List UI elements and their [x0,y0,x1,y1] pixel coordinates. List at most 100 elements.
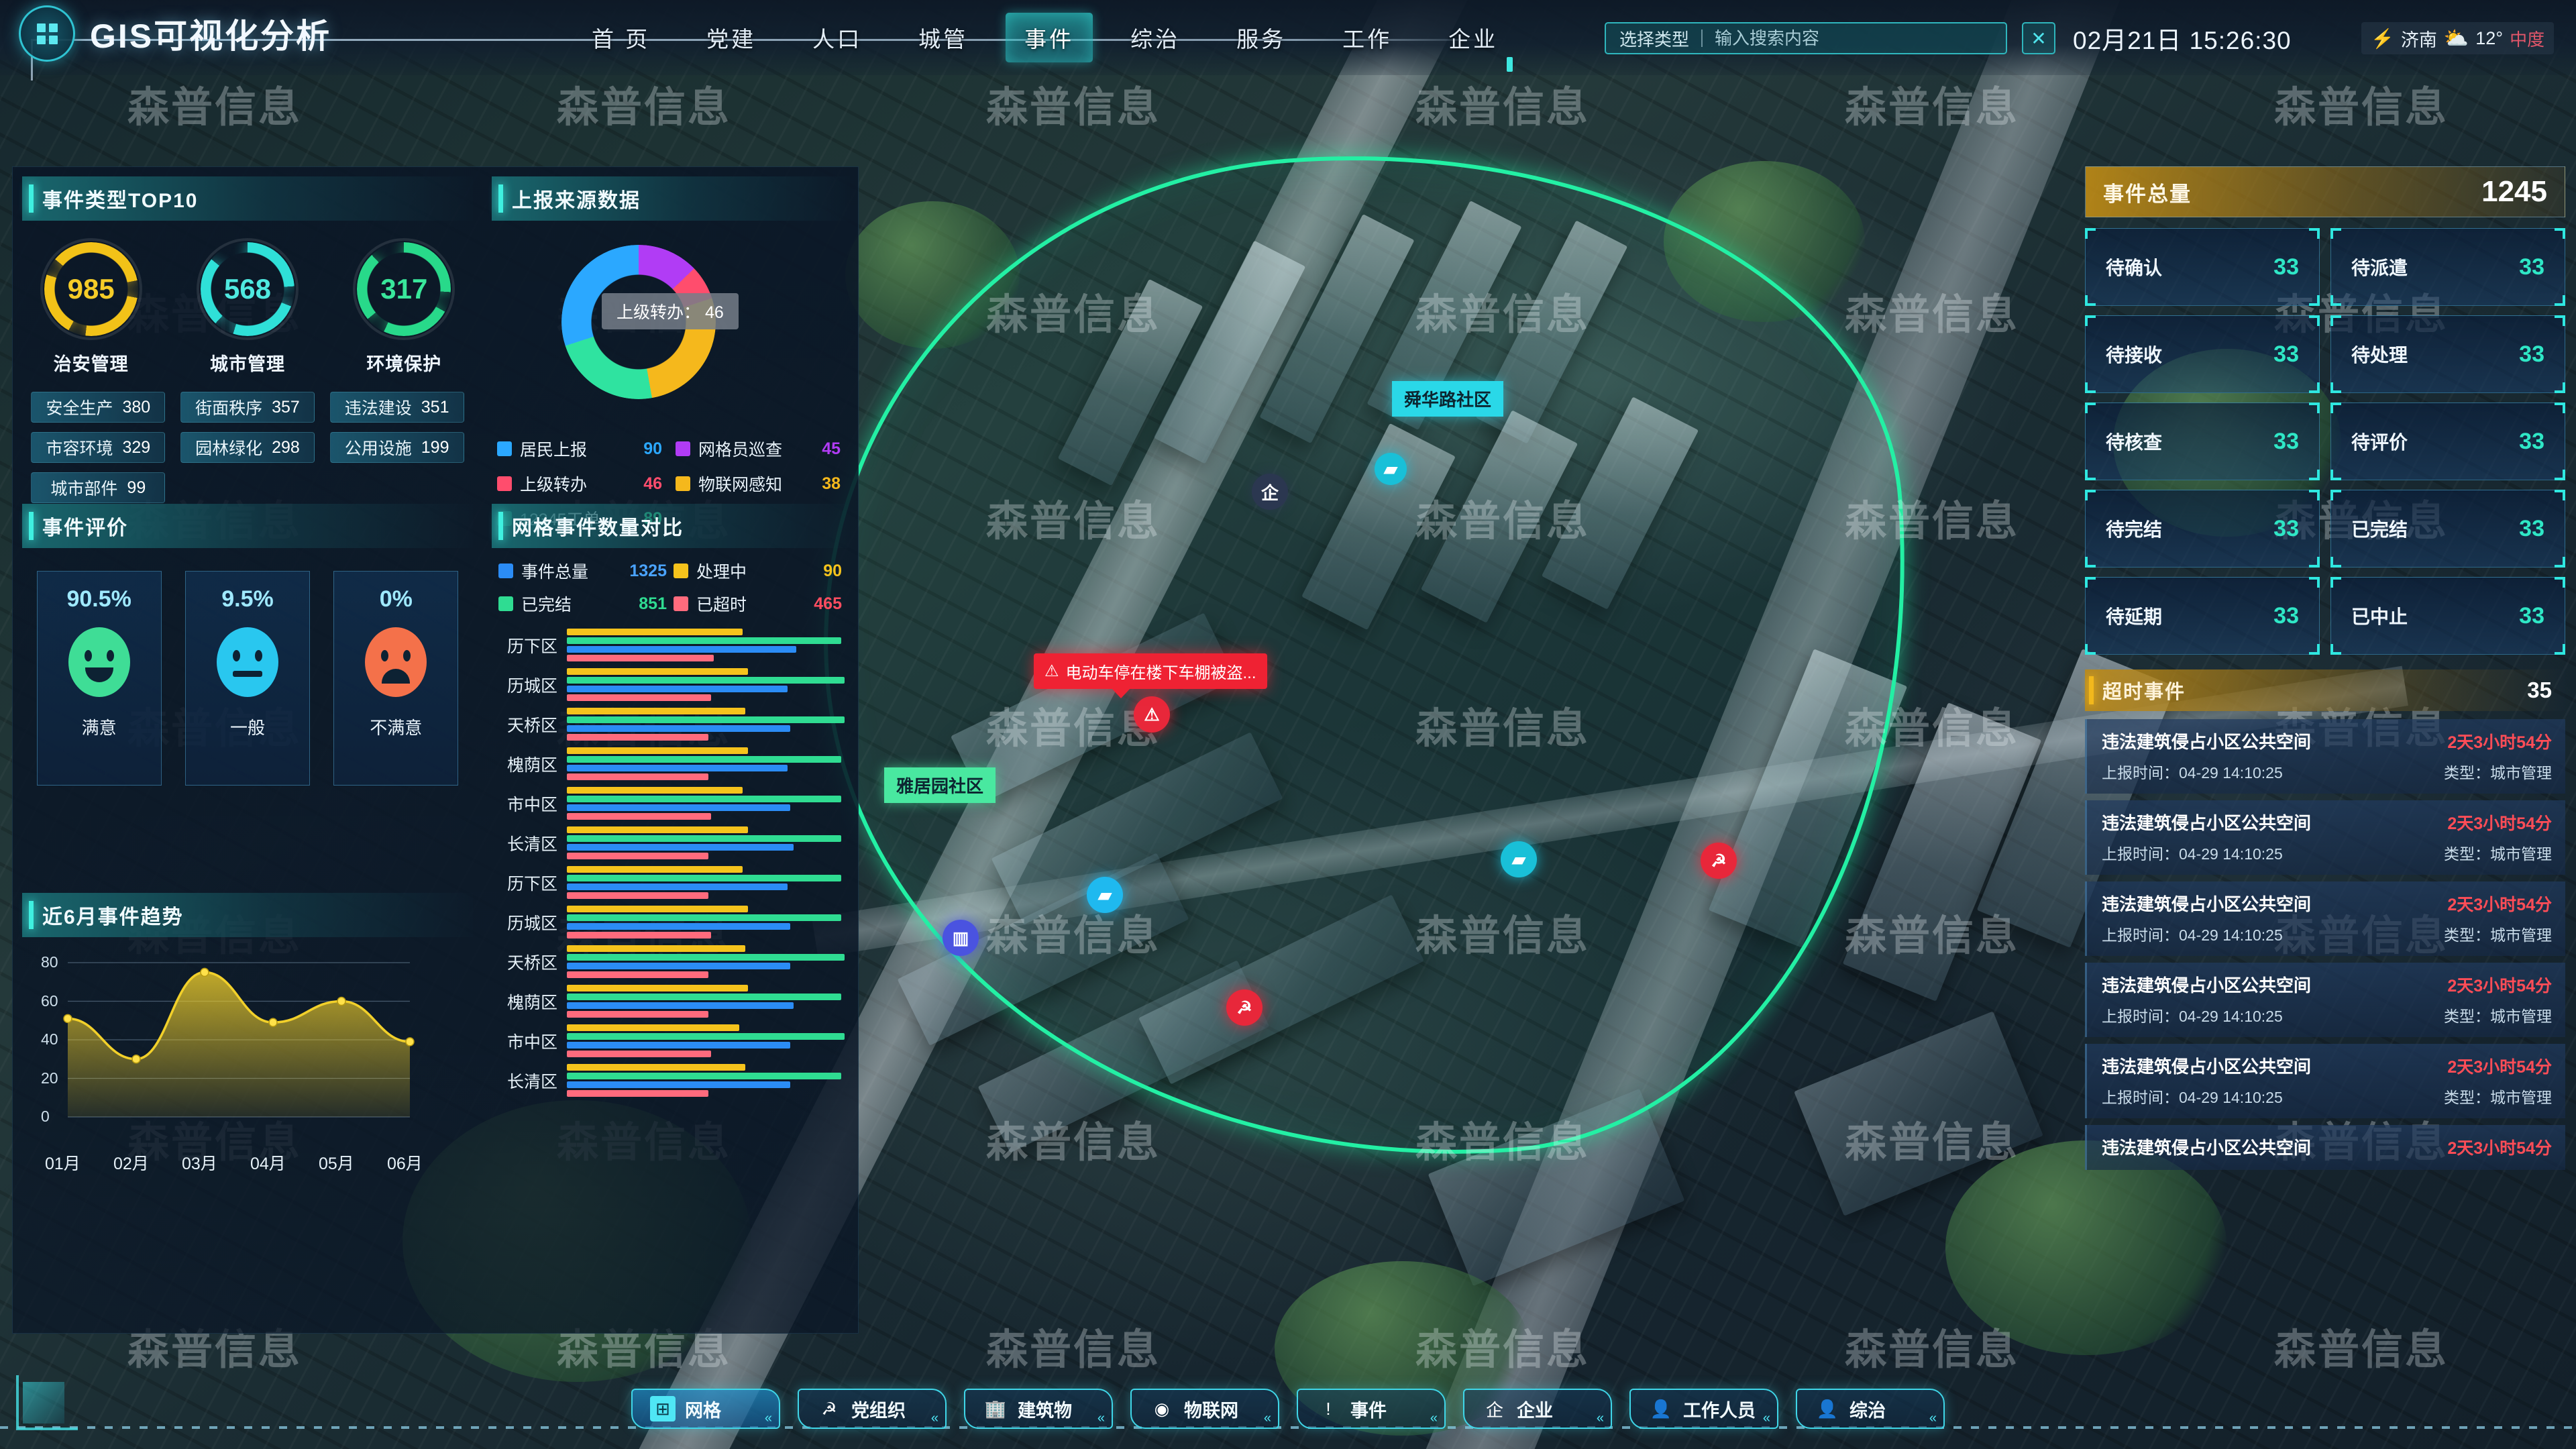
nav-item-work[interactable]: 工作 [1324,13,1411,62]
status-card-closed[interactable]: 已完结 33 [2330,490,2565,568]
grid-bar-row[interactable]: 历下区 [489,863,859,902]
list-item[interactable]: 违法建筑侵占小区公共空间 2天3小时54分 上报时间：04-29 14:10:25… [2085,881,2565,956]
trend-data-point[interactable] [200,967,209,977]
nav-item-governance[interactable]: 综治 [1112,13,1199,62]
status-card-pending-receive[interactable]: 待接收 33 [2085,315,2320,393]
top10-chip[interactable]: 街面秩序 357 [180,392,315,423]
grid-bar-row[interactable]: 历城区 [489,902,859,942]
grid-bar-row[interactable]: 市中区 [489,1021,859,1061]
top10-chip[interactable]: 市容环境 329 [31,432,166,463]
source-donut-chart[interactable]: 上级转办： 46 [482,233,859,434]
weather-aqi-badge: 中度 [2510,29,2545,50]
map-marker-party[interactable]: ☭ [1701,843,1737,879]
trend-data-point[interactable] [337,996,346,1006]
tool-button-buildings[interactable]: 🏢 建筑物 « [964,1389,1113,1429]
top10-chip[interactable]: 公用设施 199 [329,432,464,463]
tool-button-grid[interactable]: ⊞ 网格 « [631,1389,780,1429]
grid-bar-row[interactable]: 历城区 [489,665,859,704]
trend-area [68,972,410,1117]
evaluation-percent: 0% [379,586,413,612]
tool-button-enterprise[interactable]: 企 企业 « [1463,1389,1612,1429]
nav-item-party[interactable]: 党建 [688,13,775,62]
tool-button-party-org[interactable]: ☭ 党组织 « [798,1389,947,1429]
grid-bar-label: 市中区 [506,795,557,814]
status-card-pending-evaluate[interactable]: 待评价 33 [2330,402,2565,480]
search-clear-button[interactable]: ✕ [2022,22,2055,54]
map-marker-warning[interactable]: ⚠ [1134,696,1170,733]
gauge-city-management[interactable]: 568 城市管理 [190,238,305,376]
top10-chip[interactable]: 安全生产 380 [31,392,166,423]
trend-x-tick: 06月 [387,1155,423,1173]
grid-bar-segment [567,646,796,653]
nav-item-population[interactable]: 人口 [794,13,881,62]
status-card-terminated[interactable]: 已中止 33 [2330,577,2565,655]
trend-data-point[interactable] [268,1018,278,1027]
legend-item[interactable]: 上级转办 46 [497,472,669,496]
evaluation-card-neutral[interactable]: 9.5% 一般 [184,571,310,786]
list-item[interactable]: 违法建筑侵占小区公共空间 2天3小时54分 [2085,1125,2565,1170]
map-marker-camera[interactable]: ▰ [1087,877,1123,913]
nav-item-urban[interactable]: 城管 [900,13,987,62]
list-item[interactable]: 违法建筑侵占小区公共空间 2天3小时54分 上报时间：04-29 14:10:25… [2085,800,2565,875]
tool-button-events[interactable]: ! 事件 « [1297,1389,1446,1429]
legend-item[interactable]: 已超时 465 [674,592,849,616]
overtime-events-list[interactable]: 违法建筑侵占小区公共空间 2天3小时54分 上报时间：04-29 14:10:25… [2085,719,2565,1170]
top10-chip[interactable]: 违法建设 351 [329,392,464,423]
grid-bar-row[interactable]: 槐荫区 [489,744,859,784]
evaluation-card-dissatisfied[interactable]: 0% 不满意 [333,571,459,786]
legend-item[interactable]: 事件总量 1325 [498,559,674,583]
legend-item[interactable]: 处理中 90 [674,559,849,583]
trend-data-point[interactable] [63,1014,72,1024]
list-item[interactable]: 违法建筑侵占小区公共空间 2天3小时54分 上报时间：04-29 14:10:25… [2085,963,2565,1037]
grid-bar-row[interactable]: 天桥区 [489,704,859,744]
status-card-pending-close[interactable]: 待完结 33 [2085,490,2320,568]
gauge-environment[interactable]: 317 环境保护 [346,238,462,376]
gauge-public-security[interactable]: 985 治安管理 [34,238,149,376]
status-card-pending-verify[interactable]: 待核查 33 [2085,402,2320,480]
status-value: 33 [2519,602,2544,629]
map-alert-bubble[interactable]: ⚠ 电动车停在楼下车棚被盗... [1034,653,1267,698]
trend-data-point[interactable] [131,1055,141,1064]
search-type-select[interactable]: 选择类型 [1619,26,1689,51]
map-marker-building[interactable]: ▥ [943,920,979,956]
tool-button-iot[interactable]: ◉ 物联网 « [1130,1389,1279,1429]
grid-bar-row[interactable]: 长清区 [489,823,859,863]
list-item[interactable]: 违法建筑侵占小区公共空间 2天3小时54分 上报时间：04-29 14:10:25… [2085,1044,2565,1118]
legend-item[interactable]: 居民上报 90 [497,437,669,461]
search-input[interactable] [1715,28,1992,49]
map-label-community[interactable]: 雅居园社区 [884,767,996,803]
grid-bar-row[interactable]: 历下区 [489,625,859,665]
evaluation-card-satisfied[interactable]: 90.5% 满意 [36,571,162,786]
status-card-pending-postpone[interactable]: 待延期 33 [2085,577,2320,655]
grid-bar-row[interactable]: 长清区 [489,1061,859,1100]
top10-chip[interactable]: 园林绿化 298 [180,432,315,463]
nav-item-enterprise[interactable]: 企业 [1430,13,1517,62]
map-label-community[interactable]: 舜华路社区 [1392,381,1504,417]
legend-swatch [497,476,512,491]
status-card-pending-process[interactable]: 待处理 33 [2330,315,2565,393]
search-box[interactable]: 选择类型 [1605,22,2007,54]
nav-item-home[interactable]: 首 页 [573,13,669,62]
legend-item[interactable]: 已完结 851 [498,592,674,616]
tool-button-staff[interactable]: 👤 工作人员 « [1629,1389,1778,1429]
tool-button-governance[interactable]: 👤 综治 « [1796,1389,1945,1429]
map-marker-party[interactable]: ☭ [1226,989,1263,1026]
grid-bar-row[interactable]: 天桥区 [489,942,859,981]
person-icon: 👤 [1650,1398,1672,1419]
map-marker-enterprise[interactable]: 企 [1252,474,1288,510]
map-marker-camera[interactable]: ▰ [1375,453,1407,485]
status-card-pending-confirm[interactable]: 待确认 33 [2085,228,2320,306]
nav-item-events[interactable]: 事件 [1006,13,1093,62]
map-marker-camera[interactable]: ▰ [1501,841,1537,877]
grid-bar-group [567,1064,859,1097]
legend-item[interactable]: 物联网感知 38 [676,472,847,496]
grid-bar-group [567,826,859,859]
legend-item[interactable]: 网格员巡查 45 [676,437,847,461]
grid-bar-row[interactable]: 市中区 [489,784,859,823]
trend-data-point[interactable] [405,1037,415,1046]
status-card-pending-dispatch[interactable]: 待派遣 33 [2330,228,2565,306]
grid-bar-row[interactable]: 槐荫区 [489,981,859,1021]
trend-svg [63,962,415,1118]
nav-item-service[interactable]: 服务 [1218,13,1305,62]
list-item[interactable]: 违法建筑侵占小区公共空间 2天3小时54分 上报时间：04-29 14:10:25… [2085,719,2565,794]
